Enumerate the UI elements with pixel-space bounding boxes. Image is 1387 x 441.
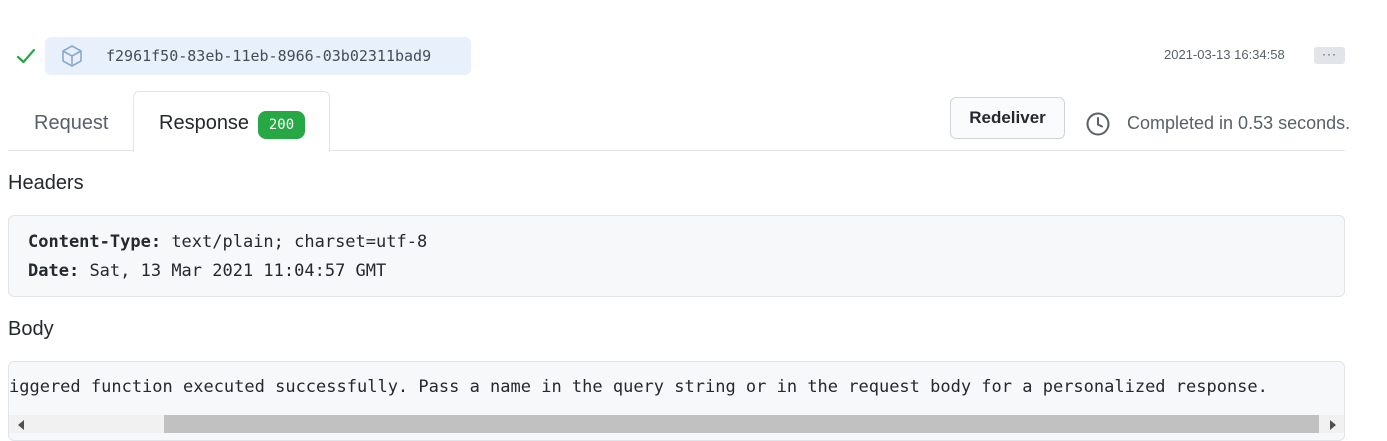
- header-key: Date:: [28, 261, 80, 281]
- body-title: Body: [8, 318, 54, 340]
- headers-title: Headers: [8, 172, 84, 194]
- delivery-guid: f2961f50-83eb-11eb-8966-03b02311bad9: [106, 47, 432, 65]
- completed-duration: Completed in 0.53 seconds.: [1127, 113, 1351, 133]
- tab-response-label: Response: [159, 112, 250, 134]
- package-icon: [62, 45, 82, 67]
- tab-response[interactable]: Response 200: [133, 91, 330, 152]
- headers-code-block: Content-Type: text/plain; charset=utf-8 …: [8, 215, 1345, 297]
- more-options-button[interactable]: ···: [1314, 47, 1345, 64]
- scroll-left-arrow-icon[interactable]: [18, 420, 24, 430]
- header-value: Sat, 13 Mar 2021 11:04:57 GMT: [89, 261, 387, 281]
- delivery-timestamp: 2021-03-13 16:34:58: [1164, 47, 1285, 62]
- header-value: text/plain; charset=utf-8: [171, 232, 428, 252]
- delivery-guid-pill[interactable]: f2961f50-83eb-11eb-8966-03b02311bad9: [45, 37, 471, 75]
- redeliver-button[interactable]: Redeliver: [950, 97, 1065, 139]
- clock-icon: [1086, 112, 1110, 136]
- body-content: iggered function executed successfully. …: [9, 377, 1329, 397]
- check-icon: [16, 48, 36, 64]
- horizontal-scrollbar[interactable]: [9, 415, 1344, 433]
- status-code-badge: 200: [258, 111, 305, 139]
- scrollbar-thumb[interactable]: [164, 415, 1319, 433]
- header-key: Content-Type:: [28, 232, 162, 252]
- tab-request[interactable]: Request: [34, 112, 109, 135]
- body-content-text: iggered function executed successfully. …: [9, 377, 1268, 397]
- body-code-block: iggered function executed successfully. …: [8, 361, 1345, 441]
- header-line: Date: Sat, 13 Mar 2021 11:04:57 GMT: [28, 261, 386, 281]
- scroll-right-arrow-icon[interactable]: [1330, 420, 1336, 430]
- header-line: Content-Type: text/plain; charset=utf-8: [28, 232, 427, 252]
